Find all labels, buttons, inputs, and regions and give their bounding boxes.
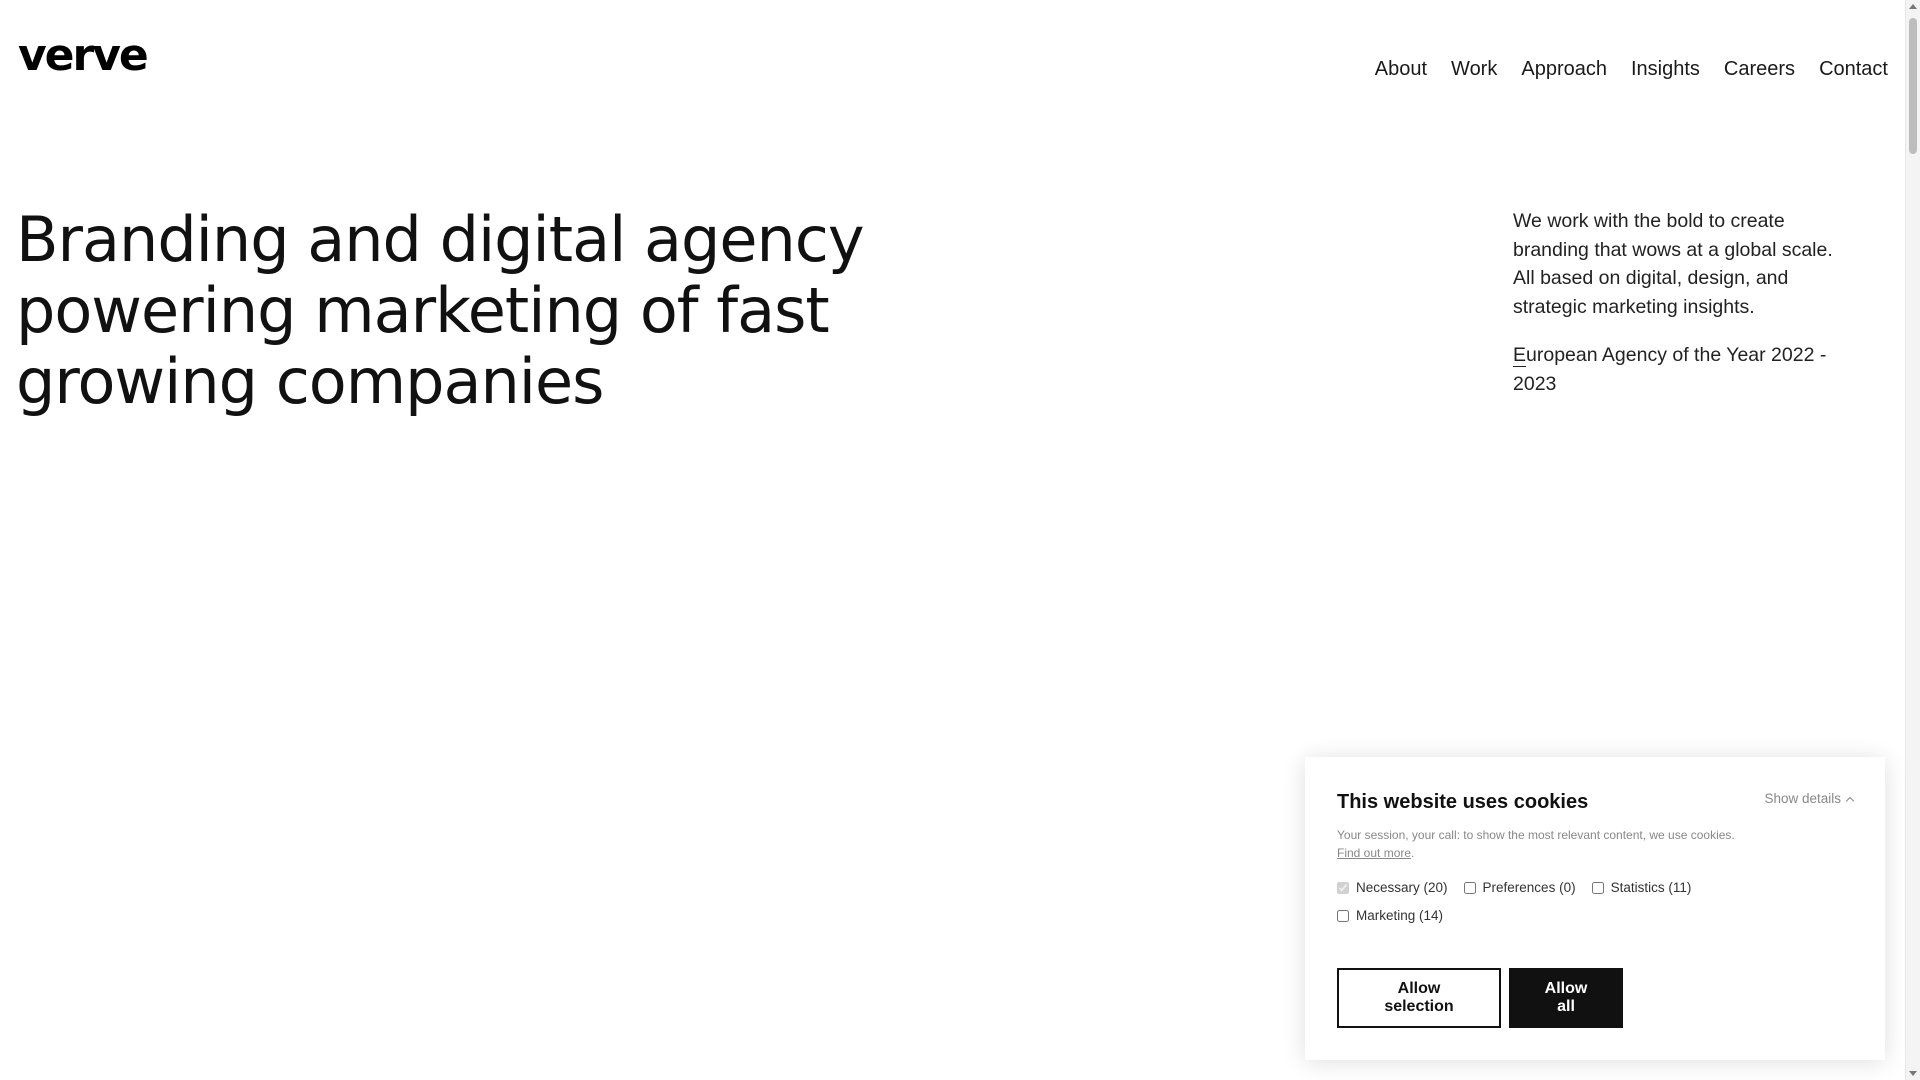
scroll-thumb[interactable] — [1909, 18, 1917, 154]
find-out-more-link[interactable]: Find out more — [1337, 846, 1411, 860]
cookie-options: Necessary (20) Preferences (0) Statistic… — [1337, 880, 1757, 923]
hero-side-text: We work with the bold to create branding… — [1513, 207, 1843, 398]
cookie-buttons: Allow selection Allow all — [1337, 968, 1623, 1028]
page-scrollbar[interactable] — [1905, 0, 1920, 1080]
allow-all-button[interactable]: Allow all — [1509, 968, 1623, 1028]
show-details-toggle[interactable]: Show details — [1764, 791, 1855, 806]
nav-about[interactable]: About — [1375, 58, 1427, 81]
chevron-up-icon — [1845, 796, 1855, 805]
statistics-checkbox[interactable] — [1591, 881, 1604, 894]
marketing-checkbox[interactable] — [1337, 909, 1349, 922]
option-marketing[interactable]: Marketing (14) — [1337, 908, 1443, 923]
cookie-description-text: Your session, your call: to show the mos… — [1337, 828, 1735, 842]
nav-approach[interactable]: Approach — [1521, 58, 1607, 81]
hero-description: We work with the bold to create branding… — [1513, 210, 1833, 318]
preferences-checkbox[interactable] — [1463, 881, 1476, 894]
preferences-label: Preferences (0) — [1482, 880, 1576, 895]
allow-selection-button[interactable]: Allow selection — [1337, 968, 1501, 1028]
nav-careers[interactable]: Careers — [1724, 58, 1795, 81]
necessary-label: Necessary (20) — [1356, 880, 1448, 895]
statistics-label: Statistics (11) — [1610, 880, 1692, 895]
necessary-checkbox[interactable] — [1337, 881, 1349, 894]
show-details-label: Show details — [1764, 791, 1841, 806]
option-necessary[interactable]: Necessary (20) — [1337, 880, 1448, 895]
award-link[interactable]: European Agency of the Year 2022 - 2023 — [1513, 341, 1843, 398]
option-preferences[interactable]: Preferences (0) — [1463, 880, 1576, 895]
cookie-description: Your session, your call: to show the mos… — [1337, 826, 1737, 862]
nav-contact[interactable]: Contact — [1819, 58, 1888, 81]
cookie-banner: This website uses cookies Show details Y… — [1305, 757, 1885, 1060]
cookie-description-end: . — [1411, 846, 1415, 860]
scroll-up-icon[interactable] — [1909, 4, 1917, 9]
option-statistics[interactable]: Statistics (11) — [1591, 880, 1692, 895]
award-link-first: E — [1513, 344, 1527, 367]
nav-work[interactable]: Work — [1451, 58, 1497, 81]
award-link-rest: uropean Agency of the Year 2022 - 2023 — [1513, 344, 1827, 395]
scroll-down-icon[interactable] — [1909, 1071, 1917, 1076]
nav-insights[interactable]: Insights — [1631, 58, 1700, 81]
verve-logo[interactable]: verve — [18, 34, 149, 78]
main-nav: About Work Approach Insights Careers Con… — [1375, 58, 1888, 81]
marketing-label: Marketing (14) — [1356, 908, 1444, 923]
hero-title: Branding and digital agency powering mar… — [16, 203, 865, 418]
